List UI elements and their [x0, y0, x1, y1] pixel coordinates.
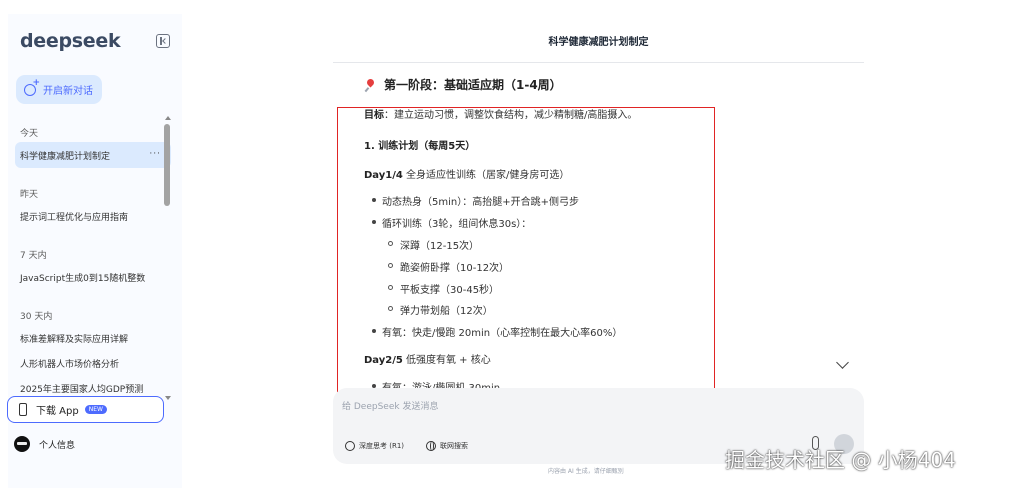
chat-title: 科学健康减肥计划制定 [548, 37, 649, 48]
history-item-label: 标准差解释及实际应用详解 [20, 334, 129, 345]
deep-think-label: 深度思考 (R1) [359, 441, 405, 450]
history-item[interactable]: 标准差解释及实际应用详解 [15, 325, 171, 351]
history-item-label: 2025年主要国家人均GDP预测 [20, 384, 144, 395]
download-app-button[interactable]: 下载 App NEW [7, 396, 164, 423]
scroll-to-bottom-chevron-icon[interactable] [836, 356, 849, 369]
history-item[interactable]: JavaScript生成0到15随机整数 [15, 264, 171, 290]
phase-heading: 第一阶段：基础适应期（1-4周） [364, 76, 562, 93]
watermark-text: 掘金技术社区 @ 小杨404 [725, 448, 956, 472]
web-search-toggle[interactable]: 联网搜索 [426, 437, 468, 454]
history-item-active[interactable]: 科学健康减肥计划制定 ··· [15, 142, 171, 168]
collapse-sidebar-icon[interactable] [156, 34, 170, 48]
history-item-label: JavaScript生成0到15随机整数 [20, 273, 146, 284]
group-label-today: 今天 [20, 129, 39, 139]
history-item-label: 科学健康减肥计划制定 [20, 151, 111, 162]
web-search-label: 联网搜索 [440, 441, 468, 450]
new-badge: NEW [84, 405, 107, 414]
scroll-down-arrow[interactable] [165, 396, 171, 400]
group-label-7days: 7 天内 [20, 251, 47, 261]
avatar [14, 436, 30, 452]
group-label-yesterday: 昨天 [20, 190, 39, 200]
phase-heading-text: 第一阶段：基础适应期（1-4周） [384, 78, 562, 92]
history-item-label: 提示词工程优化与应用指南 [20, 212, 129, 223]
highlight-annotation-box [337, 107, 715, 394]
profile-button[interactable]: 个人信息 [14, 436, 75, 452]
message-input-placeholder[interactable]: 给 DeepSeek 发送消息 [342, 399, 438, 412]
deepseek-logo[interactable]: deepseek [20, 30, 121, 52]
globe-icon [426, 440, 436, 451]
history-item[interactable]: 人形机器人市场价格分析 [15, 350, 171, 376]
new-chat-label: 开启新对话 [43, 86, 93, 97]
profile-label: 个人信息 [39, 440, 76, 451]
scroll-up-arrow[interactable] [165, 116, 171, 120]
sidebar-scrollbar-thumb[interactable] [164, 124, 170, 206]
new-chat-icon [24, 78, 40, 96]
download-app-label: 下载 App [36, 406, 79, 417]
ai-disclaimer: 内容由 AI 生成，请仔细甄别 [548, 468, 624, 475]
atom-icon [345, 440, 355, 451]
deep-think-toggle[interactable]: 深度思考 (R1) [345, 437, 404, 454]
title-divider [333, 62, 864, 63]
phone-icon [19, 403, 27, 416]
pushpin-icon [364, 79, 376, 91]
history-item-label: 人形机器人市场价格分析 [20, 359, 120, 370]
app-window: deepseek 开启新对话 今天 科学健康减肥计划制定 ··· 昨天 提示词工… [0, 0, 1018, 488]
history-item[interactable]: 提示词工程优化与应用指南 [15, 203, 171, 229]
group-label-30days: 30 天内 [20, 312, 53, 322]
more-options-icon[interactable]: ··· [149, 149, 161, 159]
new-chat-button[interactable]: 开启新对话 [16, 75, 102, 104]
